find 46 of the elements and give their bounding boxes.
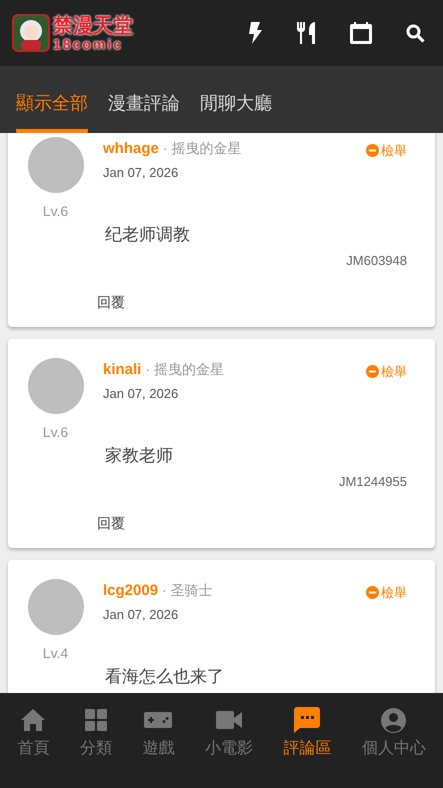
grid-icon — [84, 709, 107, 731]
logo-subtitle: 18comic — [53, 36, 124, 50]
reply-button[interactable]: 回覆 — [97, 513, 125, 534]
username[interactable]: lcg2009 — [103, 580, 158, 602]
nav-tab[interactable]: 首頁 — [17, 707, 50, 761]
reply-button[interactable]: 回覆 — [97, 292, 125, 313]
calendar-icon[interactable] — [350, 22, 372, 44]
fork-knife-icon[interactable] — [296, 22, 316, 44]
nav-tab[interactable]: 遊戲 — [142, 707, 174, 761]
nav-tab[interactable]: 評論區 — [283, 707, 332, 761]
username[interactable]: whhage — [103, 138, 159, 160]
logo-title: 禁漫天堂 — [53, 16, 133, 36]
user-title: · 摇曳的金星 — [145, 360, 224, 379]
home-icon — [21, 709, 46, 731]
logo-icon — [12, 14, 50, 52]
nav-tab[interactable]: 小電影 — [204, 707, 253, 761]
comment-date: Jan 07, 2026 — [103, 164, 180, 182]
user-level: Lv.6 — [42, 423, 68, 442]
gamepad-icon — [144, 712, 172, 728]
comment-date: Jan 07, 2026 — [103, 384, 180, 402]
user-icon — [381, 708, 406, 732]
user-title: · 摇曳的金星 — [162, 139, 242, 158]
user-title: · 圣骑士 — [162, 581, 213, 600]
comic-id: JM1244955 — [339, 472, 407, 490]
comment-text: 看海怎么也来了 — [105, 666, 225, 688]
minus-circle-icon — [366, 144, 379, 158]
report-button[interactable]: 檢舉 — [366, 583, 407, 602]
comment-text: 纪老师调教 — [105, 224, 191, 246]
comment-date: Jan 07, 2026 — [103, 606, 180, 624]
search-icon[interactable] — [406, 24, 425, 42]
minus-circle-icon — [366, 586, 379, 600]
user-level: Lv.6 — [42, 202, 68, 221]
nav-tab[interactable]: 個人中心 — [362, 707, 426, 761]
video-camera-icon — [216, 711, 242, 729]
username[interactable]: kinali — [103, 359, 142, 382]
comment-text: 家教老师 — [105, 445, 174, 467]
tab[interactable]: 閒聊大廳 — [200, 86, 272, 133]
user-level: Lv.4 — [42, 644, 68, 663]
tab[interactable]: 漫畫評論 — [108, 86, 180, 133]
report-button[interactable]: 檢舉 — [366, 362, 407, 382]
nav-tab[interactable]: 分類 — [80, 707, 112, 761]
report-button[interactable]: 檢舉 — [366, 141, 407, 160]
minus-circle-icon — [366, 365, 379, 378]
chat-bubble-icon — [294, 707, 320, 733]
comic-id: JM603948 — [346, 252, 407, 270]
lightning-icon[interactable] — [248, 22, 262, 44]
